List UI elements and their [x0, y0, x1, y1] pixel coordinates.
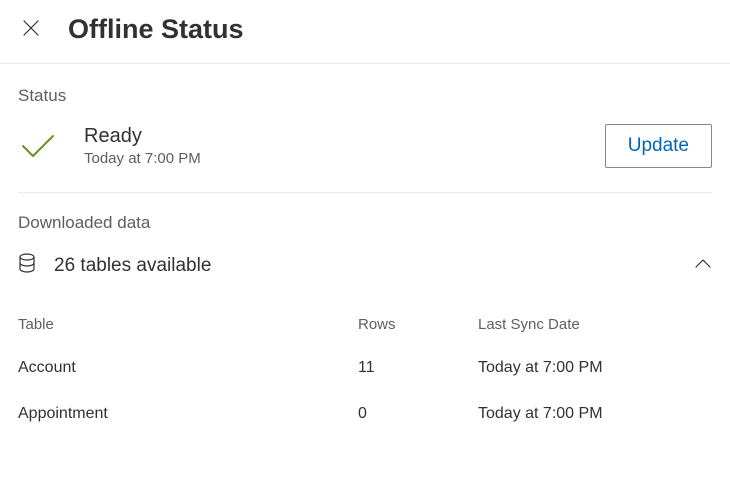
status-section: Status Ready Today at 7:00 PM Update [0, 64, 730, 193]
table-header: Table Rows Last Sync Date [18, 304, 712, 345]
status-row: Ready Today at 7:00 PM Update [18, 124, 712, 193]
close-button[interactable] [18, 15, 44, 44]
table-row: Account 11 Today at 7:00 PM [18, 345, 712, 391]
status-text: Ready Today at 7:00 PM [84, 125, 201, 167]
tables-expand-toggle[interactable]: 26 tables available [18, 249, 712, 294]
status-state: Ready [84, 125, 201, 148]
cell-table: Appointment [18, 405, 358, 423]
cell-last-sync: Today at 7:00 PM [478, 359, 712, 377]
cell-table: Account [18, 359, 358, 377]
header: Offline Status [0, 0, 730, 64]
checkmark-icon [18, 132, 58, 160]
downloaded-section: Downloaded data 26 tables available Tabl… [0, 193, 730, 437]
col-table: Table [18, 316, 358, 333]
page-title: Offline Status [68, 14, 244, 45]
close-icon [22, 19, 40, 40]
downloaded-section-label: Downloaded data [18, 213, 712, 233]
tables-list: Table Rows Last Sync Date Account 11 Tod… [18, 304, 712, 437]
col-last-sync: Last Sync Date [478, 316, 712, 333]
status-section-label: Status [18, 86, 712, 106]
cell-last-sync: Today at 7:00 PM [478, 405, 712, 423]
update-button[interactable]: Update [605, 124, 712, 168]
status-left: Ready Today at 7:00 PM [18, 125, 581, 167]
table-row: Appointment 0 Today at 7:00 PM [18, 391, 712, 437]
tables-summary: 26 tables available [54, 255, 676, 277]
chevron-up-icon [694, 257, 712, 275]
database-icon [18, 253, 36, 278]
col-rows: Rows [358, 316, 478, 333]
status-timestamp: Today at 7:00 PM [84, 150, 201, 167]
cell-rows: 11 [358, 359, 478, 377]
cell-rows: 0 [358, 405, 478, 423]
